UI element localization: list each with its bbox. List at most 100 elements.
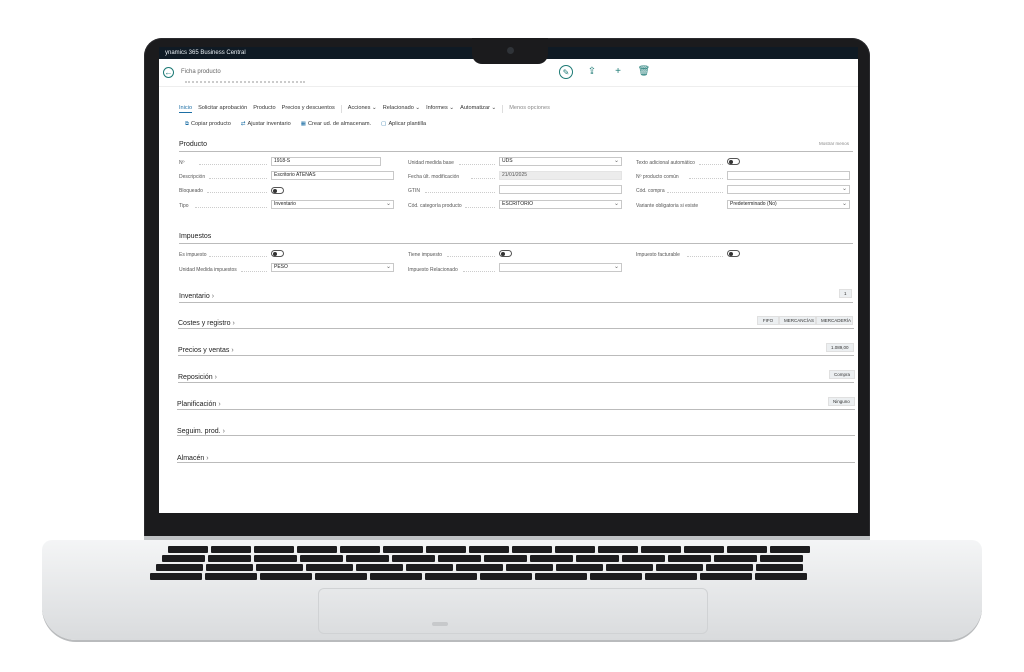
back-arrow-icon[interactable]: ← [163,67,174,78]
fasttab-planificacion-label: Planificación [177,401,217,408]
tipo-select[interactable]: Inventario ⌄ [271,200,394,209]
keyboard-key [535,573,587,580]
chevron-right-icon: › [218,401,221,408]
variante-select[interactable]: Predeterminado (No) ⌄ [727,200,850,209]
unidad-impuestos-value: PESO [274,264,288,270]
section-divider [178,328,854,329]
texto-adicional-toggle[interactable] [727,158,740,165]
keyboard-key [297,546,337,553]
menu-automatizar[interactable]: Automatizar ⌄ [460,105,496,113]
promoted-actions: ⧉ Copiar producto ⇄ Ajustar inventario ▦ Cr… [185,121,426,128]
keyboard-key [256,564,303,571]
fasttab-almacen-label: Almacén [177,455,205,462]
keyboard-key [156,564,203,571]
aplicar-plantilla-button[interactable]: ▢ Aplicar plantilla [381,121,426,128]
impuesto-facturable-toggle[interactable] [727,250,740,257]
menu-relacionado[interactable]: Relacionado ⌄ [383,105,420,113]
es-impuesto-toggle[interactable] [271,250,284,257]
bloqueado-toggle[interactable] [271,187,284,194]
menu-precios-descuentos[interactable]: Precios y descuentos [282,105,335,113]
fasttab-planificacion[interactable]: Planificación › [177,401,221,408]
fecha-field: 21/01/2025 [499,171,622,180]
menu-informes[interactable]: Informes ⌄ [426,105,454,113]
new-icon[interactable]: + [611,65,625,79]
menu-inicio[interactable]: Inicio [179,105,193,113]
menu-acciones[interactable]: Acciones ⌄ [348,105,377,113]
planificacion-summary: Ninguno [828,397,855,406]
section-divider [178,355,854,356]
chevron-down-icon: ⌄ [613,201,619,207]
dotted-leader [471,178,495,179]
keyboard-key [425,573,477,580]
dotted-leader [667,192,723,193]
edit-icon[interactable]: ✎ [559,65,573,79]
menu-acciones-label: Acciones [347,105,371,111]
chevron-right-icon: › [206,455,209,462]
keyboard-key [260,573,312,580]
fasttab-costes[interactable]: Costes y registro › [178,320,235,327]
impuesto-relacionado-select[interactable]: ⌄ [499,263,622,272]
fasttab-precios-label: Precios y ventas [178,347,230,354]
chevron-down-icon: ⌄ [613,264,619,270]
no-label: Nº [179,160,185,166]
gtin-label: GTIN [408,188,420,194]
delete-icon[interactable]: 🗑 [637,65,651,79]
show-less-link[interactable]: Mostrar menos [819,141,849,146]
costes-summary-2: MERCANCÍAS [779,316,816,325]
aplicar-plantilla-label: Aplicar plantilla [388,121,427,127]
tiene-impuesto-toggle[interactable] [499,250,512,257]
fasttab-reposicion[interactable]: Reposición › [178,374,217,381]
keyboard-key [383,546,423,553]
section-divider [177,435,855,436]
dotted-leader [241,271,267,272]
fasttab-precios[interactable]: Precios y ventas › [178,347,234,354]
copiar-producto-button[interactable]: ⧉ Copiar producto [185,121,231,128]
keyboard-key [370,573,422,580]
unidad-base-select[interactable]: UDS ⌄ [499,157,622,166]
menu-producto[interactable]: Producto [253,105,275,113]
keyboard-key [484,555,527,562]
no-field[interactable]: 1918-S··· [271,157,381,166]
unidad-impuestos-select[interactable]: PESO ⌄ [271,263,394,272]
keyboard-key [254,555,297,562]
dotted-leader [425,192,495,193]
gtin-field[interactable] [499,185,622,194]
section-impuestos-title: Impuestos [179,233,212,240]
producto-comun-field[interactable] [727,171,850,180]
impuesto-facturable-label: Impuesto facturable [636,252,680,258]
categoria-select[interactable]: ESCRITORIO ⌄ [499,200,622,209]
keyboard-key [714,555,757,562]
section-divider [178,382,854,383]
keyboard-key [760,555,803,562]
cod-compra-select[interactable]: ⌄ [727,185,850,194]
fecha-label: Fecha últ. modificación [408,174,460,180]
cod-compra-label: Cód. compra [636,188,665,194]
fasttab-seguimiento[interactable]: Seguim. prod. › [177,428,225,435]
keyboard-key [438,555,481,562]
dotted-leader [209,178,267,179]
descripcion-field[interactable]: Escritorio ATENAS [271,171,394,180]
fasttab-almacen[interactable]: Almacén › [177,455,209,462]
keyboard-key [530,555,573,562]
dotted-leader [689,178,723,179]
share-icon[interactable]: ⇪ [585,65,599,79]
menu-solicitar-aprobacion[interactable]: Solicitar aprobación [198,105,247,113]
section-divider [179,243,853,244]
fasttab-costes-label: Costes y registro [178,320,231,327]
chevron-down-icon: ⌄ [841,186,847,192]
keyboard [148,546,876,584]
inventario-summary: 1 [839,289,852,298]
keyboard-key [622,555,665,562]
dotted-leader [207,192,267,193]
no-value: 1918-S [274,158,291,164]
crear-ud-almacenam-button[interactable]: ▦ Crear ud. de almacenam. [301,121,371,128]
keyboard-key [356,564,403,571]
reposicion-summary: Compra [829,370,856,379]
fasttab-inventario[interactable]: Inventario › [179,293,214,300]
dotted-leader [699,164,723,165]
menu-menos-opciones[interactable]: Menos opciones [509,105,550,113]
section-divider [177,409,855,410]
keyboard-key [306,564,353,571]
ajustar-inventario-button[interactable]: ⇄ Ajustar inventario [241,121,291,128]
fasttab-inventario-label: Inventario [179,293,210,300]
